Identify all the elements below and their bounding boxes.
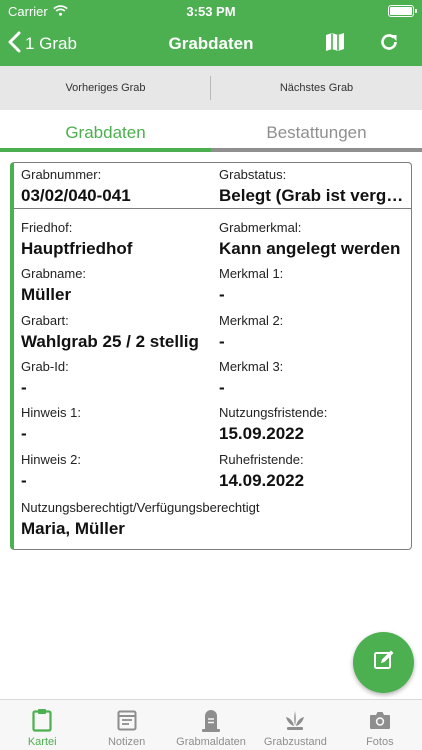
tabbar-kartei[interactable]: Kartei [0,700,84,750]
field-grabart-label: Grabart: [21,313,69,328]
edit-icon [372,648,396,677]
gravestone-icon [201,708,221,732]
field-friedhof-label: Friedhof: [21,220,73,235]
tabbar-fotos-label: Fotos [366,736,394,748]
card-divider [14,208,411,209]
camera-icon [369,708,391,732]
status-bar: Carrier 3:53 PM [0,0,422,22]
field-grab-id: Grab-Id: - [21,359,211,398]
field-grabnummer-label: Grabnummer: [21,167,102,182]
field-grabname: Grabname: Müller [21,266,211,305]
tab-grabdaten[interactable]: Grabdaten [0,114,211,152]
field-nutzungsfristende-value: 15.09.2022 [219,424,305,443]
field-merkmal-1: Merkmal 1: - [219,266,407,305]
field-hinweis-2-label: Hinweis 2: [21,452,81,467]
grave-navigation-divider [210,76,211,100]
field-grabnummer-value: 03/02/040-041 [21,186,131,205]
back-button-label: 1 Grab [25,34,77,53]
field-grabname-value: Müller [21,285,72,304]
tab-bestattungen-indicator [211,148,422,152]
map-icon [325,32,345,57]
field-ruhefristende-label: Ruhefristende: [219,452,304,467]
tab-grabdaten-indicator [0,148,211,152]
field-grabmerkmal-label: Grabmerkmal: [219,220,302,235]
field-merkmal-3-value: - [219,378,225,397]
tab-grabdaten-label: Grabdaten [65,123,146,142]
field-merkmal-3-label: Merkmal 3: [219,359,284,374]
tabbar-grabmaldaten[interactable]: Grabmaldaten [169,700,253,750]
field-nutzungsfristende: Nutzungsfristende: 15.09.2022 [219,405,407,444]
tabbar-grabmaldaten-label: Grabmaldaten [176,736,246,748]
tab-bestattungen[interactable]: Bestattungen [211,114,422,152]
field-merkmal-2: Merkmal 2: - [219,313,407,352]
tabbar-grabzustand-label: Grabzustand [263,736,327,748]
grave-data-card: Grabnummer: 03/02/040-041 Grabstatus: Be… [10,162,412,550]
field-nutzungsberechtigt: Nutzungsberechtigt/Verfügungsberechtigt … [21,500,406,539]
segment-tabs: Grabdaten Bestattungen [0,114,422,152]
field-friedhof-value: Hauptfriedhof [21,239,133,258]
tabbar-notizen[interactable]: Notizen [84,700,168,750]
tab-bestattungen-label: Bestattungen [266,123,367,142]
plant-icon [283,708,307,732]
status-time: 3:53 PM [186,4,236,19]
field-grabname-label: Grabname: [21,266,87,281]
field-merkmal-2-label: Merkmal 2: [219,313,284,328]
field-nutzungsberechtigt-label: Nutzungsberechtigt/Verfügungsberechtigt [21,500,260,515]
field-nutzungsberechtigt-value: Maria, Müller [21,519,125,538]
field-grabart: Grabart: Wahlgrab 25 / 2 stellig [21,313,211,352]
grave-navigation: Vorheriges Grab Nächstes Grab [0,66,422,110]
app-root: Carrier 3:53 PM 1 Grab Grabdaten Vorheri… [0,0,422,750]
field-grabmerkmal: Grabmerkmal: Kann angelegt werden [219,220,407,259]
field-merkmal-1-label: Merkmal 1: [219,266,284,281]
field-merkmal-3: Merkmal 3: - [219,359,407,398]
field-hinweis-2: Hinweis 2: - [21,452,211,491]
back-button[interactable]: 1 Grab [8,30,77,58]
field-grab-id-value: - [21,378,27,397]
previous-grave-button[interactable]: Vorheriges Grab [0,66,211,110]
refresh-button[interactable] [376,30,402,58]
chevron-left-icon [8,31,21,58]
edit-fab-button[interactable] [353,632,414,693]
notes-icon [117,708,137,732]
field-grabstatus: Grabstatus: Belegt (Grab ist vergeben) [219,167,407,206]
field-grabstatus-label: Grabstatus: [219,167,287,182]
field-grabnummer: Grabnummer: 03/02/040-041 [21,167,211,206]
refresh-icon [379,32,399,57]
field-ruhefristende-value: 14.09.2022 [219,471,305,490]
tabbar-fotos[interactable]: Fotos [338,700,422,750]
battery-icon [388,5,417,17]
field-hinweis-1: Hinweis 1: - [21,405,211,444]
field-grabart-value: Wahlgrab 25 / 2 stellig [21,332,199,351]
field-hinweis-1-label: Hinweis 1: [21,405,81,420]
tabbar-notizen-label: Notizen [107,736,146,748]
navigation-bar: 1 Grab Grabdaten [0,22,422,66]
field-friedhof: Friedhof: Hauptfriedhof [21,220,211,259]
field-merkmal-1-value: - [219,285,225,304]
bottom-tab-bar: Kartei Notizen Grabmaldaten Grabzustand … [0,699,422,750]
field-grabmerkmal-value: Kann angelegt werden [219,239,401,258]
field-grabstatus-value: Belegt (Grab ist vergeben) [219,186,407,205]
map-button[interactable] [322,30,348,58]
field-hinweis-2-value: - [21,471,27,490]
field-grab-id-label: Grab-Id: [21,359,69,374]
tabbar-kartei-label: Kartei [27,736,57,748]
tabbar-grabzustand[interactable]: Grabzustand [253,700,337,750]
clipboard-icon [32,708,52,732]
next-grave-button[interactable]: Nächstes Grab [211,66,422,110]
field-hinweis-1-value: - [21,424,27,443]
field-nutzungsfristende-label: Nutzungsfristende: [219,405,328,420]
field-merkmal-2-value: - [219,332,225,351]
field-ruhefristende: Ruhefristende: 14.09.2022 [219,452,407,491]
